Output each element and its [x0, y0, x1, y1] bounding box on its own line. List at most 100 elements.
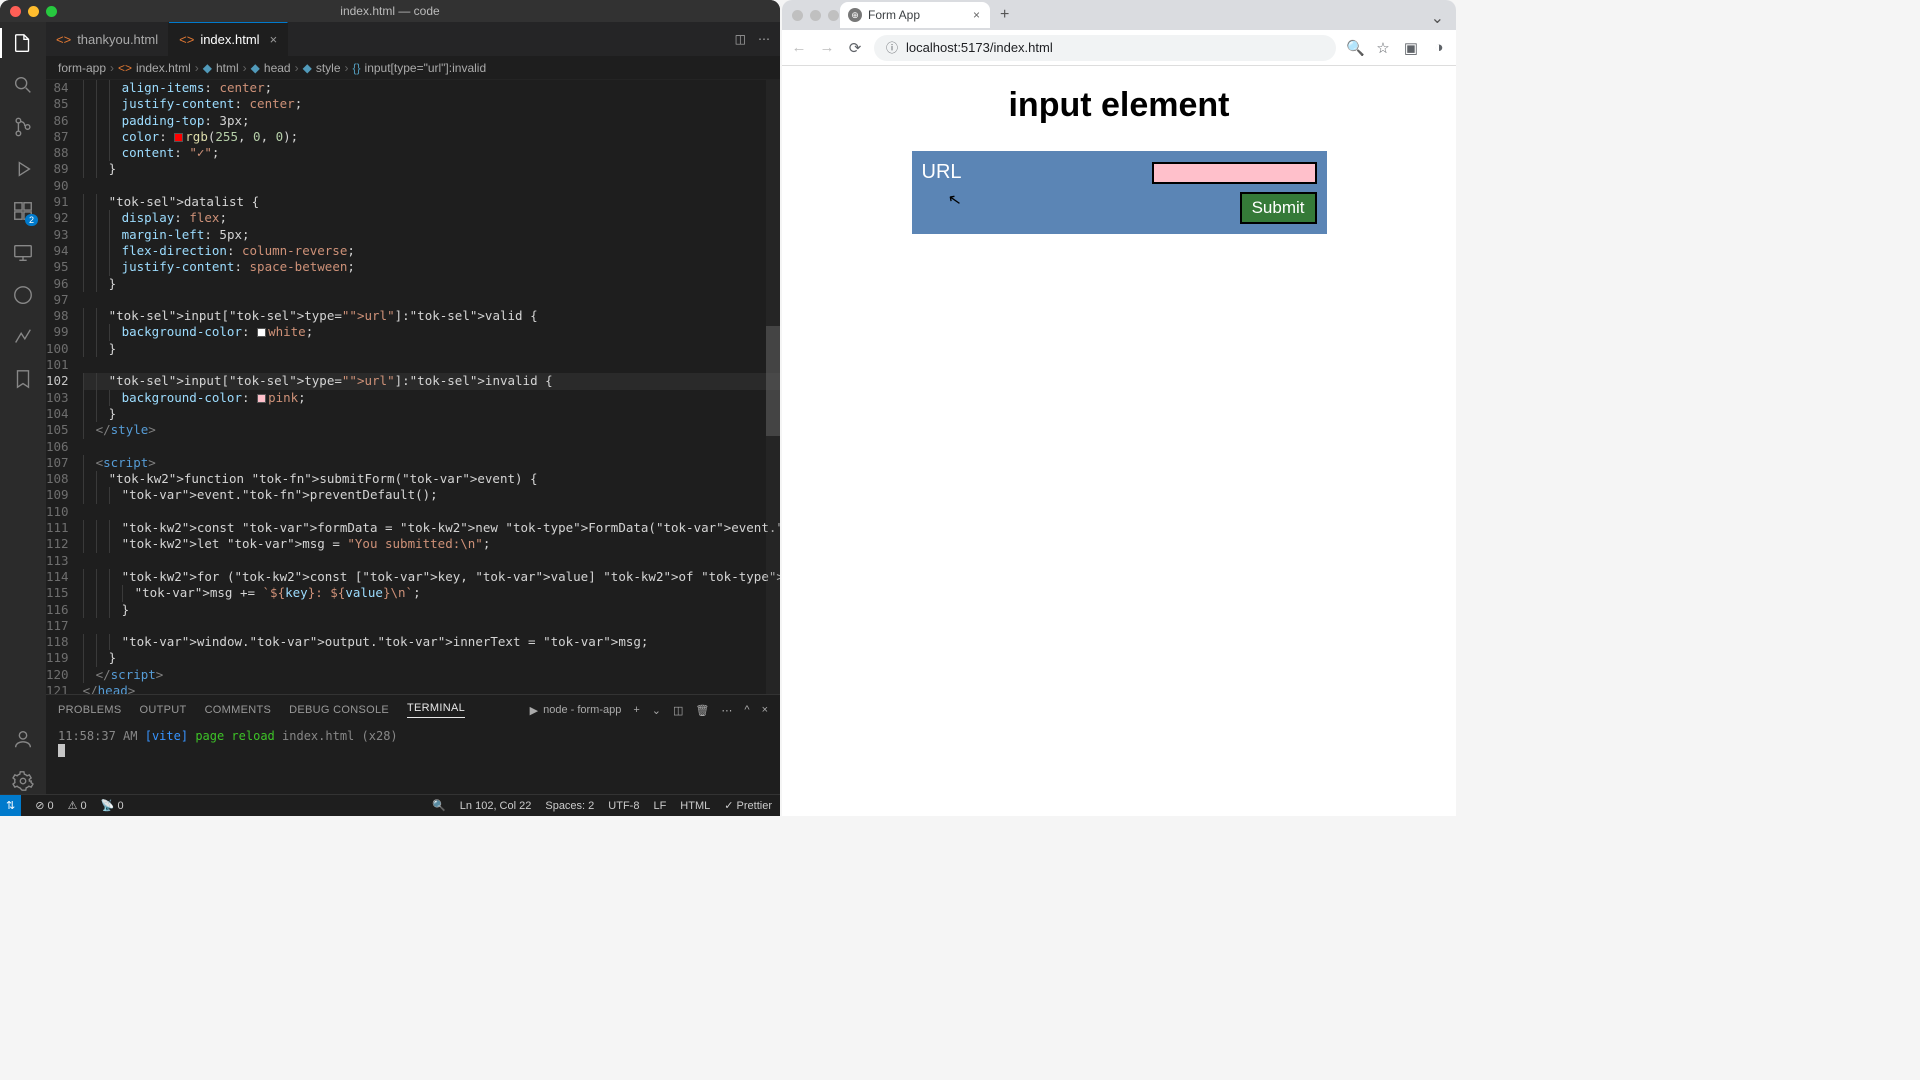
panel-tab-terminal[interactable]: TERMINAL — [407, 702, 465, 718]
terminal-timestamp: 11:58:37 AM — [58, 729, 137, 743]
close-tab-icon[interactable]: × — [973, 8, 980, 22]
back-icon[interactable]: ← — [790, 39, 808, 56]
browser-titlebar: ⊕ Form App × + ⌄ — [782, 0, 1456, 30]
search-icon[interactable] — [10, 72, 36, 98]
breadcrumb-item[interactable]: <>index.html — [118, 61, 191, 75]
new-tab-icon[interactable]: + — [1000, 6, 1009, 24]
close-tab-icon[interactable]: × — [270, 32, 278, 47]
graph-icon[interactable] — [10, 324, 36, 350]
address-bar[interactable]: ⓘ localhost:5173/index.html — [874, 35, 1336, 61]
minimize-icon[interactable] — [810, 10, 821, 21]
submit-button[interactable]: Submit — [1240, 192, 1317, 224]
browser-toolbar: ← → ⟳ ⓘ localhost:5173/index.html 🔍 ☆ ▣ … — [782, 30, 1456, 66]
more-icon[interactable]: ⋯ — [721, 704, 732, 717]
gutter: 8485868788899091929394959697989910010110… — [46, 80, 83, 694]
profile-icon[interactable]: ◑ — [1430, 39, 1448, 56]
extensions-icon[interactable]: ▣ — [1402, 39, 1420, 57]
forward-icon[interactable]: → — [818, 39, 836, 56]
breadcrumb-item[interactable]: ◆head — [251, 61, 291, 75]
zoom-icon[interactable] — [828, 10, 839, 21]
zoom-icon[interactable] — [46, 6, 57, 17]
html-file-icon: <> — [179, 32, 194, 47]
extensions-icon[interactable]: 2 — [10, 198, 36, 224]
close-icon[interactable] — [10, 6, 21, 17]
code-area[interactable]: align-items: center;justify-content: cen… — [83, 80, 780, 694]
close-panel-icon[interactable]: × — [762, 704, 768, 716]
status-indent[interactable]: Spaces: 2 — [545, 800, 594, 812]
zoom-icon[interactable]: 🔍 — [1346, 39, 1364, 57]
panel-tab-output[interactable]: OUTPUT — [140, 704, 187, 716]
panel-tab-comments[interactable]: COMMENTS — [205, 704, 272, 716]
bookmark-icon[interactable] — [10, 366, 36, 392]
page-heading: input element — [1008, 86, 1229, 125]
breadcrumb-item[interactable]: {}input[type="url"]:invalid — [353, 61, 487, 75]
url-label: URL — [922, 161, 962, 184]
chevron-down-icon[interactable]: ⌄ — [1431, 8, 1444, 28]
status-prettier[interactable]: Prettier — [724, 799, 772, 812]
page-content: input element URL Submit — [782, 66, 1456, 816]
editor-tab-thankyou[interactable]: <> thankyou.html — [46, 22, 169, 56]
status-lang[interactable]: HTML — [680, 800, 710, 812]
traffic-lights[interactable] — [10, 6, 57, 17]
explorer-icon[interactable] — [10, 30, 36, 56]
url-input[interactable] — [1152, 162, 1317, 184]
tag-icon: ◆ — [303, 61, 312, 75]
breadcrumb-item[interactable]: ◆html — [203, 61, 239, 75]
search-icon[interactable]: 🔍 — [432, 799, 446, 812]
more-actions-icon[interactable]: ⋯ — [758, 32, 770, 46]
account-icon[interactable] — [10, 726, 36, 752]
breadcrumbs-bar[interactable]: form-app › <>index.html › ◆html › ◆head … — [46, 56, 780, 80]
terminal-cursor — [58, 744, 65, 757]
source-control-icon[interactable] — [10, 114, 36, 140]
css-rule-icon: {} — [353, 61, 361, 75]
site-info-icon[interactable]: ⓘ — [886, 39, 898, 56]
debug-icon[interactable] — [10, 156, 36, 182]
remote-explorer-icon[interactable] — [10, 240, 36, 266]
status-cursor[interactable]: Ln 102, Col 22 — [460, 800, 532, 812]
new-terminal-icon[interactable]: + — [633, 704, 639, 716]
editor[interactable]: 8485868788899091929394959697989910010110… — [46, 80, 780, 694]
panel-tabs: PROBLEMS OUTPUT COMMENTS DEBUG CONSOLE T… — [46, 695, 780, 725]
terminal-msg: page reload — [195, 729, 274, 743]
breadcrumb-item[interactable]: ◆style — [303, 61, 341, 75]
html-file-icon: <> — [56, 32, 71, 47]
terminal-selector[interactable]: ▶ node - form-app — [530, 704, 622, 717]
tab-label: thankyou.html — [77, 32, 158, 47]
chevron-up-icon[interactable]: ^ — [744, 704, 749, 716]
trash-icon[interactable]: 🗑 — [695, 704, 709, 717]
live-share-icon[interactable] — [10, 282, 36, 308]
status-ports[interactable]: 📡 0 — [101, 799, 124, 812]
breadcrumb-item[interactable]: form-app — [58, 61, 106, 75]
vscode-titlebar: index.html — code — [0, 0, 780, 22]
split-terminal-icon[interactable]: ◫ — [673, 704, 683, 717]
scrollbar-thumb[interactable] — [766, 326, 780, 437]
settings-gear-icon[interactable] — [10, 768, 36, 794]
scrollbar[interactable] — [766, 80, 780, 694]
status-encoding[interactable]: UTF-8 — [608, 800, 639, 812]
minimize-icon[interactable] — [28, 6, 39, 17]
chevron-right-icon: › — [295, 61, 299, 75]
browser-window: ⊕ Form App × + ⌄ ← → ⟳ ⓘ localhost:5173/… — [782, 0, 1456, 816]
split-editor-icon[interactable]: ◫ — [735, 32, 746, 46]
status-eol[interactable]: LF — [653, 800, 666, 812]
panel-tab-debug[interactable]: DEBUG CONSOLE — [289, 704, 389, 716]
bookmark-star-icon[interactable]: ☆ — [1374, 39, 1392, 57]
chevron-right-icon: › — [110, 61, 114, 75]
status-errors[interactable]: ⊘ 0 — [35, 799, 53, 812]
editor-tab-index[interactable]: <> index.html × — [169, 22, 288, 56]
url-text: localhost:5173/index.html — [906, 40, 1053, 55]
favicon-globe-icon: ⊕ — [848, 8, 862, 22]
remote-indicator[interactable]: ⇅ — [0, 795, 21, 816]
reload-icon[interactable]: ⟳ — [846, 39, 864, 57]
chevron-down-icon[interactable]: ⌄ — [652, 704, 661, 717]
tag-icon: ◆ — [203, 61, 212, 75]
close-icon[interactable] — [792, 10, 803, 21]
chevron-right-icon: › — [345, 61, 349, 75]
status-warnings[interactable]: ⚠ 0 — [68, 799, 87, 812]
browser-tab[interactable]: ⊕ Form App × — [840, 2, 990, 28]
terminal-output[interactable]: 11:58:37 AM [vite] page reload index.htm… — [46, 725, 780, 794]
terminal-file: index.html — [282, 729, 354, 743]
panel-tab-problems[interactable]: PROBLEMS — [58, 704, 122, 716]
activity-bar: 2 — [0, 22, 46, 794]
traffic-lights[interactable] — [792, 10, 839, 21]
